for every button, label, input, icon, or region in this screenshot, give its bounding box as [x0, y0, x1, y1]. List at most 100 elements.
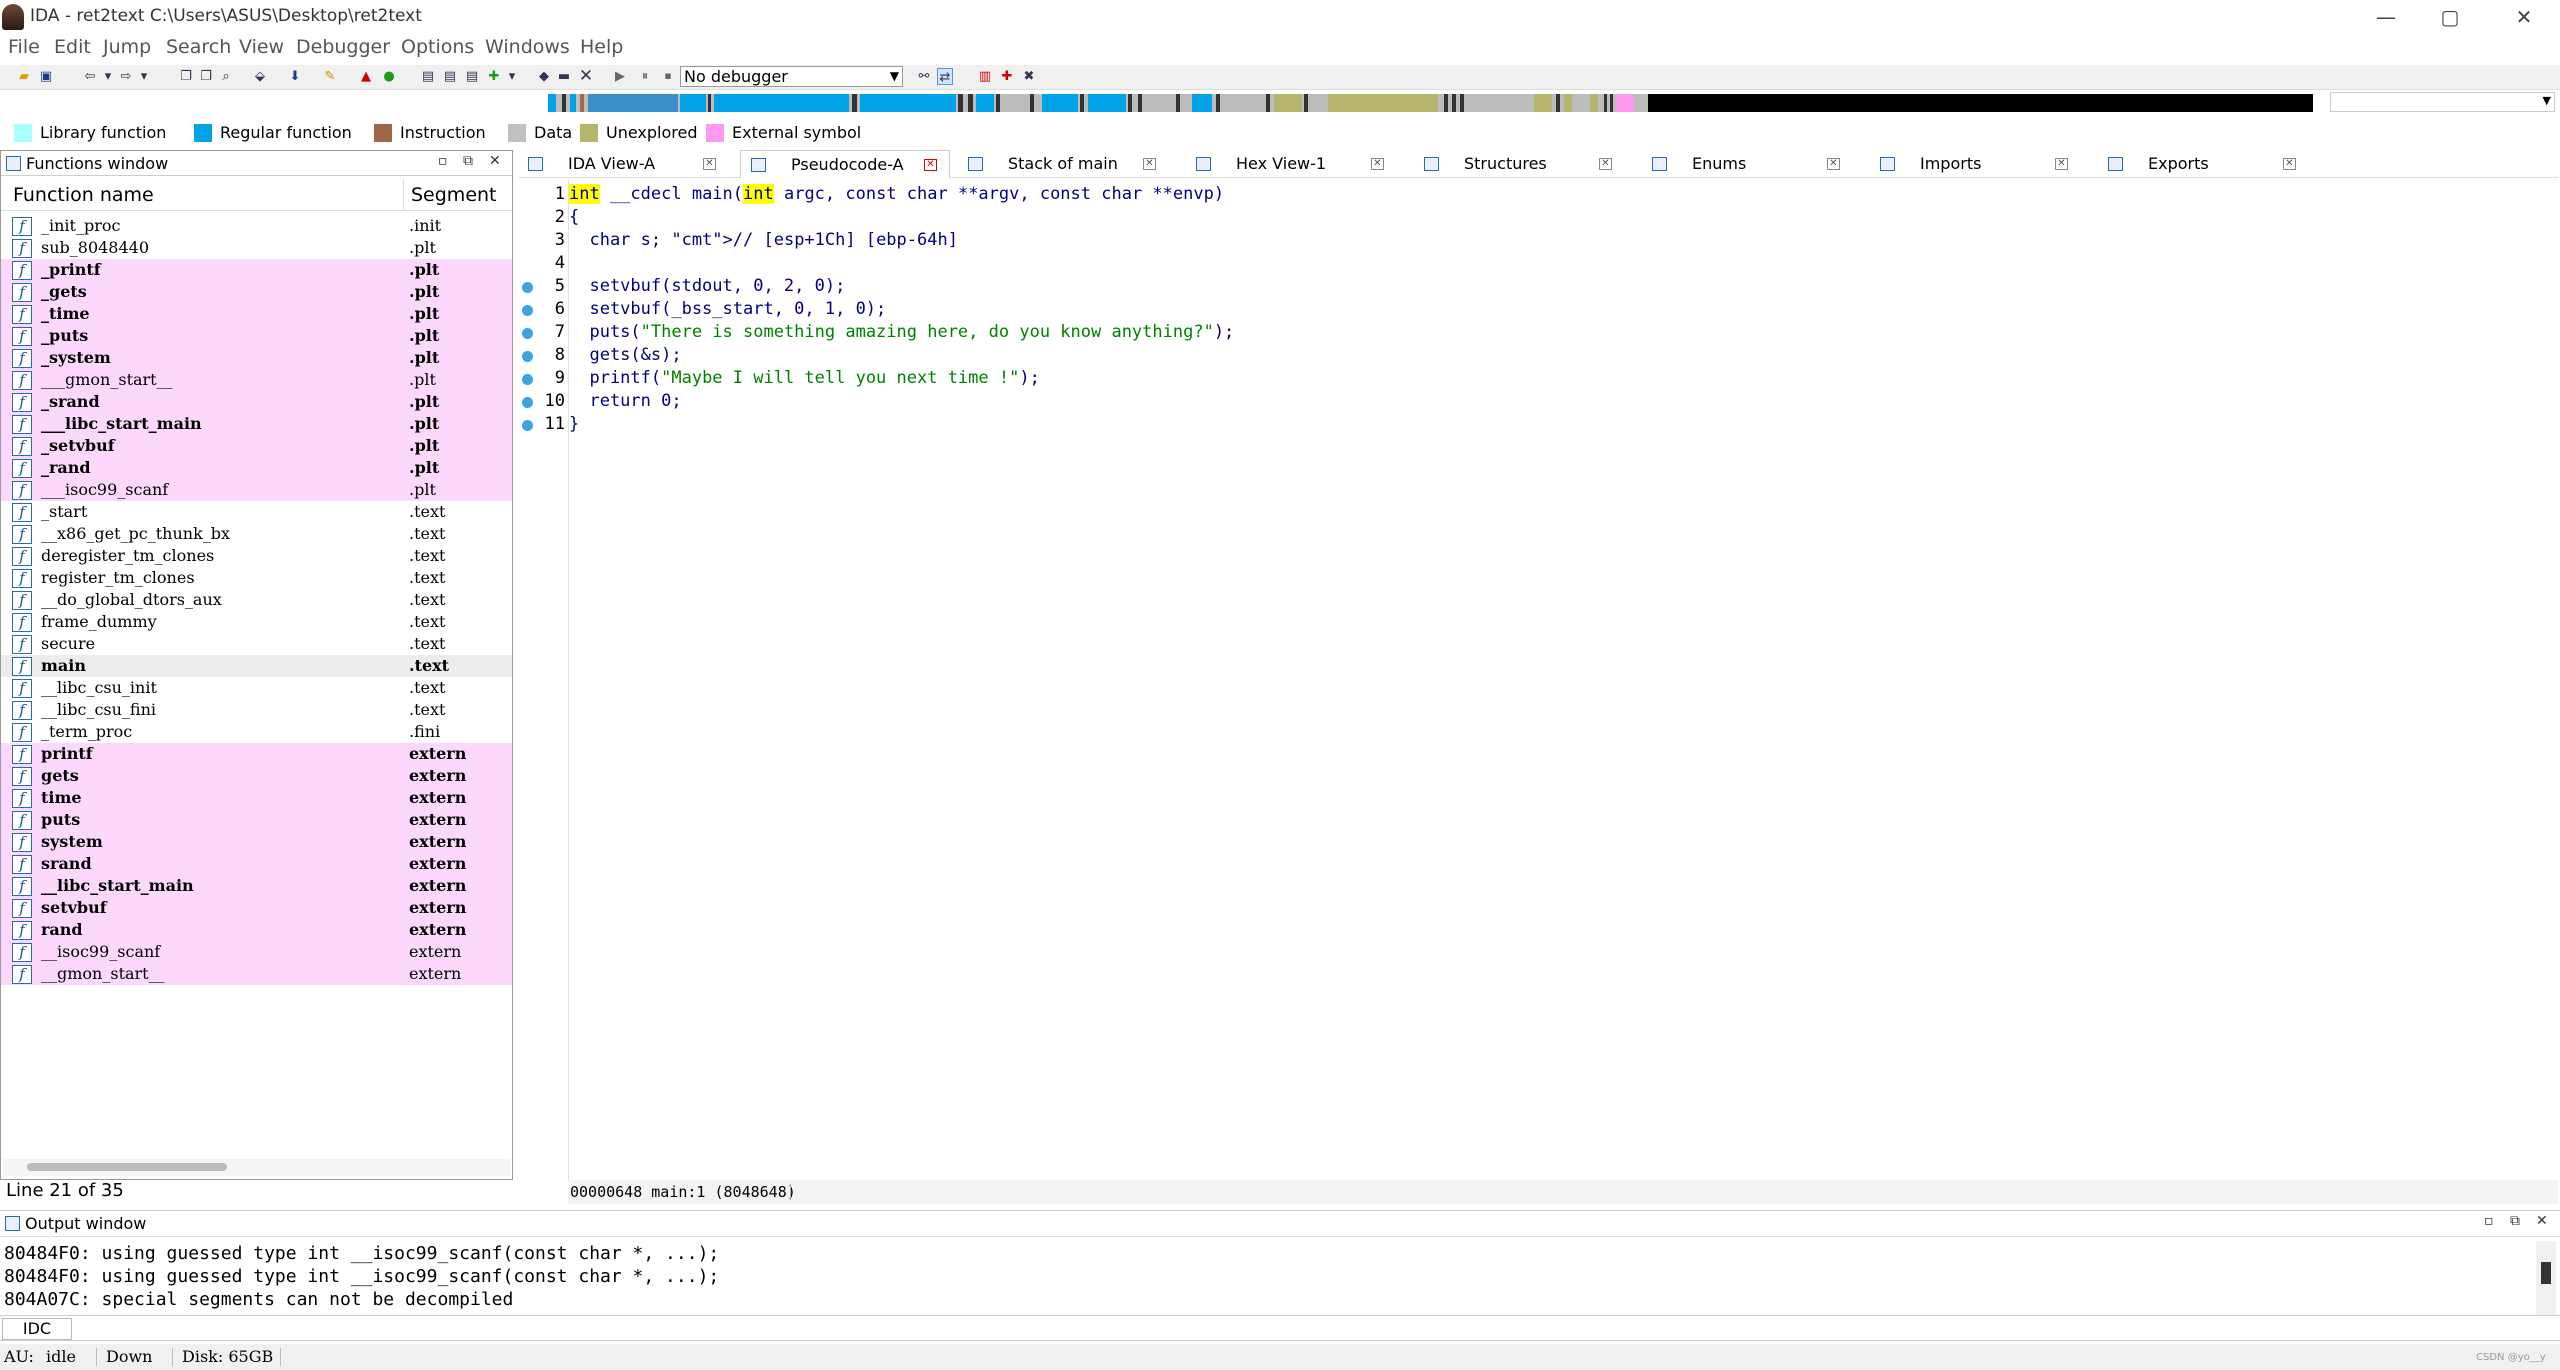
function-row[interactable]: f ___isoc99_scanf .plt [1, 479, 512, 501]
function-row[interactable]: f _start .text [1, 501, 512, 523]
menu-debugger[interactable]: Debugger [296, 36, 390, 58]
function-row[interactable]: f __libc_start_main extern [1, 875, 512, 897]
pseudocode-view[interactable]: int __cdecl main(int argc, const char **… [568, 180, 2558, 1180]
add-breakpoint-icon[interactable]: ✚ [999, 68, 1015, 85]
tab-close-icon[interactable]: ✕ [1143, 158, 1156, 170]
gutter-line[interactable]: 2 [518, 207, 568, 230]
gutter-line[interactable]: 9 [518, 368, 568, 391]
code-line[interactable]: printf("Maybe I will tell you next time … [569, 368, 1039, 391]
menu-file[interactable]: File [8, 36, 40, 58]
make-code-icon[interactable]: ▤ [420, 68, 436, 85]
code-line[interactable]: setvbuf(stdout, 0, 2, 0); [569, 276, 845, 299]
function-row[interactable]: f _srand .plt [1, 391, 512, 413]
function-row[interactable]: f __libc_csu_init .text [1, 677, 512, 699]
code-line[interactable]: gets(&s); [569, 345, 681, 368]
tab-close-icon[interactable]: ✕ [703, 158, 716, 170]
output-vscroll-thumb[interactable] [2541, 1262, 2551, 1284]
code-line[interactable]: setvbuf(_bss_start, 0, 1, 0); [569, 299, 886, 322]
back-arrow-icon[interactable]: ⇦ [82, 68, 98, 85]
column-header-function-name[interactable]: Function name [13, 184, 154, 206]
panel-close-icon[interactable]: ✕ [489, 153, 501, 169]
jump-down-icon[interactable]: ⬇ [287, 68, 303, 85]
menu-help[interactable]: Help [580, 36, 623, 58]
pause-icon[interactable]: ⏸ [637, 68, 653, 85]
menu-edit[interactable]: Edit [54, 36, 91, 58]
close-button[interactable]: ✕ [2494, 2, 2554, 32]
breakpoint-dot-icon[interactable] [522, 328, 533, 339]
tab-stack-of-main[interactable]: Stack of main ✕ [958, 150, 1168, 178]
code-line[interactable]: int __cdecl main(int argc, const char **… [569, 184, 1224, 207]
navigation-combo[interactable]: ▼ [2330, 92, 2555, 112]
panel-float-icon[interactable]: ⧉ [463, 153, 473, 169]
gutter-line[interactable]: 11 [518, 414, 568, 437]
gutter-line[interactable]: 4 [518, 253, 568, 276]
gutter-line[interactable]: 5 [518, 276, 568, 299]
menu-search[interactable]: Search [166, 36, 231, 58]
function-row[interactable]: f _term_proc .fini [1, 721, 512, 743]
breakpoint-dot-icon[interactable] [522, 397, 533, 408]
maximize-button[interactable]: ▢ [2420, 2, 2480, 32]
function-row[interactable]: f _time .plt [1, 303, 512, 325]
function-row[interactable]: f frame_dummy .text [1, 611, 512, 633]
tab-pseudocode-a[interactable]: Pseudocode-A ✕ [740, 150, 950, 178]
function-row[interactable]: f puts extern [1, 809, 512, 831]
patch-icon[interactable]: ◆ [536, 68, 552, 85]
menu-windows[interactable]: Windows [485, 36, 570, 58]
function-row[interactable]: f time extern [1, 787, 512, 809]
start-debug-icon[interactable]: ▶ [612, 68, 628, 85]
tab-structures[interactable]: Structures ✕ [1414, 150, 1624, 178]
column-header-segment[interactable]: Segment [411, 184, 497, 206]
functions-hscroll-thumb[interactable] [27, 1163, 227, 1171]
navigation-band[interactable] [548, 94, 2313, 112]
function-row[interactable]: f _gets .plt [1, 281, 512, 303]
tab-close-icon[interactable]: ✕ [2283, 158, 2296, 170]
function-row[interactable]: f __libc_csu_fini .text [1, 699, 512, 721]
stop-icon[interactable]: ⏹ [660, 68, 676, 85]
breakpoint-dot-icon[interactable] [522, 374, 533, 385]
struct-icon[interactable]: ✚ [486, 68, 502, 85]
paste-icon[interactable]: ❐ [198, 68, 214, 85]
delete-breakpoint-icon[interactable]: ✖ [1021, 68, 1037, 85]
tab-close-icon[interactable]: ✕ [1827, 158, 1840, 170]
run-green-icon[interactable]: ● [381, 68, 397, 85]
function-row[interactable]: f _init_proc .init [1, 215, 512, 237]
menu-jump[interactable]: Jump [103, 36, 151, 58]
function-row[interactable]: f printf extern [1, 743, 512, 765]
function-row[interactable]: f deregister_tm_clones .text [1, 545, 512, 567]
code-line[interactable]: char s; "cmt">// [esp+1Ch] [ebp-64h] [569, 230, 957, 253]
breakpoint-dot-icon[interactable] [522, 305, 533, 316]
struct-dropdown-icon[interactable]: ▾ [504, 68, 520, 85]
function-row[interactable]: f setvbuf extern [1, 897, 512, 919]
breakpoint-dot-icon[interactable] [522, 420, 533, 431]
gutter-line[interactable]: 1 [518, 184, 568, 207]
menu-options[interactable]: Options [401, 36, 474, 58]
function-row[interactable]: f rand extern [1, 919, 512, 941]
function-row[interactable]: f _system .plt [1, 347, 512, 369]
panel-close-icon[interactable]: ✕ [2536, 1213, 2548, 1229]
function-row[interactable]: f _printf .plt [1, 259, 512, 281]
function-row[interactable]: f __isoc99_scanf extern [1, 941, 512, 963]
graph-icon[interactable]: ▲ [358, 68, 374, 85]
panel-minimize-icon[interactable]: ▫ [2484, 1213, 2494, 1229]
code-line[interactable]: return 0; [569, 391, 681, 414]
function-row[interactable]: f srand extern [1, 853, 512, 875]
function-row[interactable]: f ___gmon_start__ .plt [1, 369, 512, 391]
breakpoint-list-icon[interactable]: ▥ [977, 68, 993, 85]
function-row[interactable]: f register_tm_clones .text [1, 567, 512, 589]
breakpoint-dot-icon[interactable] [522, 351, 533, 362]
make-data-icon[interactable]: ▤ [442, 68, 458, 85]
switch-icon[interactable]: ⇄ [937, 68, 953, 85]
make-string-icon[interactable]: ▤ [464, 68, 480, 85]
tab-close-icon[interactable]: ✕ [1371, 158, 1384, 170]
function-row[interactable]: f __gmon_start__ extern [1, 963, 512, 985]
tab-imports[interactable]: Imports ✕ [1870, 150, 2080, 178]
attach-icon[interactable]: ⚯ [916, 68, 932, 85]
gutter-line[interactable]: 10 [518, 391, 568, 414]
function-row[interactable]: f ___libc_start_main .plt [1, 413, 512, 435]
gutter-line[interactable]: 6 [518, 299, 568, 322]
copy-icon[interactable]: ❐ [178, 68, 194, 85]
tab-hex-view-1[interactable]: Hex View-1 ✕ [1186, 150, 1396, 178]
gutter-line[interactable]: 8 [518, 345, 568, 368]
code-line[interactable]: } [569, 414, 579, 437]
tab-close-icon[interactable]: ✕ [2055, 158, 2068, 170]
